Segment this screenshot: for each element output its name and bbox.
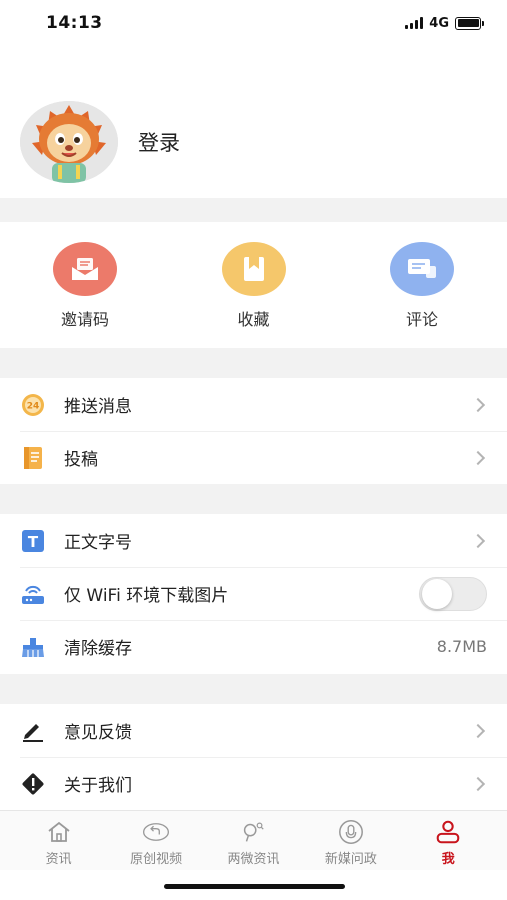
push-messages-row[interactable]: 24 推送消息: [0, 378, 507, 431]
envelope-icon: [53, 242, 117, 296]
tab-original-video[interactable]: 原创视频: [111, 811, 201, 867]
login-link[interactable]: 登录: [138, 127, 180, 157]
social-media-icon: [239, 819, 267, 845]
feedback-row[interactable]: 意见反馈: [0, 704, 507, 757]
section-divider: [0, 484, 507, 514]
feedback-label: 意见反馈: [64, 723, 132, 743]
font-size-row[interactable]: T 正文字号: [0, 514, 507, 567]
avatar[interactable]: [20, 101, 118, 183]
tab-media-inquiry-label: 新媒问政: [324, 852, 377, 867]
tab-weibo-wechat-news-label: 两微资讯: [227, 852, 280, 867]
tab-me[interactable]: 我: [403, 811, 493, 867]
video-back-icon: [142, 819, 170, 845]
pencil-icon: [20, 718, 46, 744]
profile-header[interactable]: 登录: [0, 46, 507, 198]
section-divider: [0, 198, 507, 222]
home-indicator: [164, 884, 345, 889]
bookmark-icon: [221, 242, 286, 296]
clear-cache-row[interactable]: 清除缓存 8.7MB: [0, 620, 507, 673]
font-size-label: 正文字号: [64, 533, 132, 553]
chevron-right-icon: [470, 723, 486, 738]
network-type: 4G: [429, 15, 449, 31]
settings-section-3: 意见反馈 关于我们: [0, 704, 507, 810]
svg-text:T: T: [28, 533, 39, 551]
settings-section-1: 24 推送消息 投稿: [0, 378, 507, 484]
chat-icon: [390, 242, 454, 296]
battery-icon: [455, 16, 484, 30]
chevron-right-icon: [470, 397, 486, 412]
cache-size: 8.7MB: [436, 637, 487, 656]
text-size-icon: T: [20, 528, 46, 554]
favorites-label: 收藏: [237, 310, 270, 329]
microphone-icon: [337, 819, 365, 845]
tab-weibo-wechat-news[interactable]: 两微资讯: [208, 811, 298, 867]
invite-code-button[interactable]: 邀请码: [52, 222, 118, 348]
wifi-only-toggle[interactable]: [419, 576, 487, 611]
broom-icon: [20, 634, 46, 660]
tab-news-label: 资讯: [45, 852, 72, 867]
tab-me-label: 我: [441, 852, 455, 867]
tab-news[interactable]: 资讯: [14, 811, 104, 867]
chevron-right-icon: [470, 776, 486, 791]
svg-text:24: 24: [27, 401, 40, 411]
wifi-only-label: 仅 WiFi 环境下载图片: [64, 586, 229, 606]
clock-24-icon: 24: [20, 392, 46, 418]
user-icon: [434, 819, 462, 845]
push-messages-label: 推送消息: [64, 397, 132, 417]
submit-article-label: 投稿: [64, 450, 98, 470]
section-divider: [0, 348, 507, 378]
section-divider: [0, 674, 507, 704]
status-time: 14:13: [46, 13, 103, 33]
comments-label: 评论: [405, 310, 438, 329]
status-bar: 14:13 4G: [0, 0, 507, 46]
chevron-right-icon: [470, 450, 486, 465]
warning-diamond-icon: [20, 771, 46, 797]
signal-icon: [405, 17, 424, 29]
clear-cache-label: 清除缓存: [64, 639, 132, 659]
chevron-right-icon: [470, 533, 486, 548]
comments-button[interactable]: 评论: [389, 222, 455, 348]
tab-media-inquiry[interactable]: 新媒问政: [306, 811, 396, 867]
favorites-button[interactable]: 收藏: [221, 222, 287, 348]
about-us-label: 关于我们: [64, 776, 132, 796]
wifi-router-icon: [20, 581, 46, 607]
submit-article-row[interactable]: 投稿: [0, 431, 507, 484]
tab-original-video-label: 原创视频: [130, 852, 183, 867]
wifi-only-row: 仅 WiFi 环境下载图片: [0, 567, 507, 620]
quick-actions: 邀请码 收藏 评论: [0, 222, 507, 348]
bottom-tab-bar: 资讯 原创视频 两微资讯 新媒问政 我: [0, 810, 507, 870]
invite-code-label: 邀请码: [60, 310, 109, 329]
status-indicators: 4G: [405, 15, 484, 31]
toggle-knob: [422, 578, 452, 609]
about-us-row[interactable]: 关于我们: [0, 757, 507, 810]
notebook-icon: [20, 445, 46, 471]
lion-mascot-icon: [20, 101, 118, 183]
settings-section-2: T 正文字号 仅 WiFi 环境下载图片 清除缓存 8.7MB: [0, 514, 507, 673]
home-icon: [45, 819, 73, 845]
